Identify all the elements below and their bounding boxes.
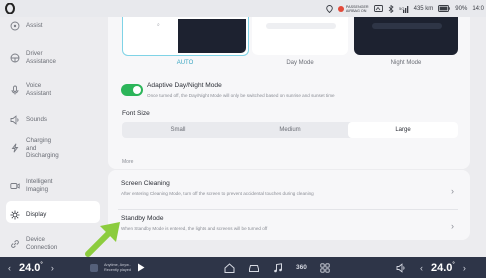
standby-mode-row[interactable]: Standby Mode When Standby Mode is entere… <box>114 211 466 241</box>
font-size-selector: Small Medium Large <box>122 122 458 138</box>
sidebar-item-voice-assistant[interactable]: Voice Assistant <box>9 82 97 97</box>
mode-option-auto[interactable]: ⌕ <box>122 17 249 56</box>
voice-icon <box>9 84 20 95</box>
volume-control[interactable] <box>396 257 407 278</box>
mode-label-auto: AUTO <box>176 60 194 66</box>
climate-right: ‹ 24.0° › <box>420 257 466 278</box>
speaker-icon <box>9 114 20 125</box>
more-section-label: More <box>122 159 134 165</box>
airbag-text-2: AIRBAG ON <box>345 8 367 13</box>
steering-icon <box>9 20 20 31</box>
car-icon[interactable] <box>248 263 260 273</box>
pointer-arrow-icon <box>85 222 120 257</box>
adaptive-mode-title: Adaptive Day/Night Mode <box>147 82 222 89</box>
night-preview-searchbar <box>372 23 442 29</box>
adaptive-mode-description: Once turned off, the Day/Night Mode will… <box>147 93 335 98</box>
airbag-indicator: PASSENGER AIRBAG ON <box>337 4 369 13</box>
mode-option-day[interactable] <box>252 17 348 55</box>
font-size-medium[interactable]: Medium <box>234 122 346 138</box>
temp-left-value: 24.0 <box>19 261 41 274</box>
font-size-large[interactable]: Large <box>348 122 458 138</box>
mode-label-night: Night Mode <box>390 60 422 66</box>
link-icon <box>9 238 20 249</box>
sidebar-item-label: Charging and Discharging <box>26 137 59 159</box>
sidebar-item-label: Intelligent Imaging <box>26 178 53 193</box>
screen-cleaning-description: After entering Cleaning Mode, turn off t… <box>121 191 314 196</box>
volume-icon <box>396 262 405 273</box>
music-title: Anytime, Anyw.. <box>104 263 131 267</box>
play-icon[interactable] <box>137 263 145 272</box>
preview-search-icon: ⌕ <box>157 22 160 28</box>
sidebar-item-intelligent-imaging[interactable]: Intelligent Imaging <box>9 178 97 193</box>
bottom-bar: ‹ 24.0° › Anytime, Anyw.. Recently playe… <box>0 257 486 278</box>
font-size-title: Font Size <box>122 110 150 117</box>
row-divider <box>118 209 458 210</box>
apps-grid-icon[interactable] <box>320 262 330 273</box>
bluetooth-icon <box>388 4 394 13</box>
battery-text: 90% <box>455 5 468 12</box>
day-preview-searchbar <box>266 23 336 29</box>
chevron-right-icon: › <box>451 186 454 196</box>
music-icon[interactable] <box>273 262 283 273</box>
climate-left: ‹ 24.0° › <box>8 257 54 278</box>
signal-icon: 5G <box>399 5 409 13</box>
temp-decrease-right-icon[interactable]: ‹ <box>420 263 423 273</box>
brightness-icon <box>9 209 20 220</box>
brand-logo-icon <box>5 3 15 14</box>
album-art <box>90 263 98 272</box>
status-right: PASSENGER AIRBAG ON 5G 435 km 90% 14:0 <box>326 3 484 14</box>
screen-cleaning-row[interactable]: Screen Cleaning After entering Cleaning … <box>114 176 466 206</box>
temp-decrease-left-icon[interactable]: ‹ <box>8 263 11 273</box>
sidebar-item-label: Display <box>26 210 47 218</box>
standby-mode-description: When Standby Mode is entered, the lights… <box>121 226 268 231</box>
driver-assist-icon <box>9 52 20 63</box>
mode-label-day: Day Mode <box>286 60 314 66</box>
auto-preview-dark <box>178 19 246 53</box>
camera-icon <box>9 180 20 191</box>
charging-icon <box>9 143 20 154</box>
sidebar-item-label: Driver Assistance <box>26 50 56 65</box>
sidebar-item-label: Device Connection <box>26 236 58 251</box>
sidebar-item-driver-assistance[interactable]: Driver Assistance <box>9 50 97 65</box>
screen-cleaning-title: Screen Cleaning <box>121 180 170 187</box>
sidebar-item-assist[interactable]: Assist <box>9 20 97 31</box>
sidebar-item-sounds[interactable]: Sounds <box>9 114 97 125</box>
temp-left[interactable]: 24.0° <box>19 262 43 274</box>
mode-option-night[interactable] <box>354 17 458 55</box>
dock-icons: 360 <box>224 257 330 278</box>
airbag-icon <box>337 5 344 12</box>
status-bar: PASSENGER AIRBAG ON 5G 435 km 90% 14:0 <box>0 0 486 17</box>
music-widget[interactable]: Anytime, Anyw.. Recently played <box>90 257 145 278</box>
temp-increase-right-icon[interactable]: › <box>463 263 466 273</box>
svg-text:5G: 5G <box>399 6 404 11</box>
location-icon <box>326 4 333 13</box>
font-size-small[interactable]: Small <box>122 122 234 138</box>
sidebar-item-label: Sounds <box>26 115 47 123</box>
temp-right-value: 24.0 <box>431 261 453 274</box>
music-subtitle: Recently played <box>104 267 132 272</box>
sidebar-item-charging[interactable]: Charging and Discharging <box>9 137 97 160</box>
temp-increase-left-icon[interactable]: › <box>51 263 54 273</box>
home-icon[interactable] <box>224 262 235 273</box>
battery-icon <box>438 5 451 12</box>
sidebar-item-label: Voice Assistant <box>26 82 52 97</box>
airbag-text-1: PASSENGER <box>345 4 369 9</box>
chevron-right-icon: › <box>451 221 454 231</box>
media-icon <box>373 5 383 12</box>
clock-text: 14:0 <box>472 5 484 12</box>
temp-right[interactable]: 24.0° <box>431 262 455 274</box>
range-text: 435 km <box>413 5 434 12</box>
adaptive-mode-toggle[interactable] <box>121 84 143 96</box>
camera-360-icon[interactable]: 360 <box>296 264 307 271</box>
sidebar-item-label: Assist <box>26 21 43 29</box>
